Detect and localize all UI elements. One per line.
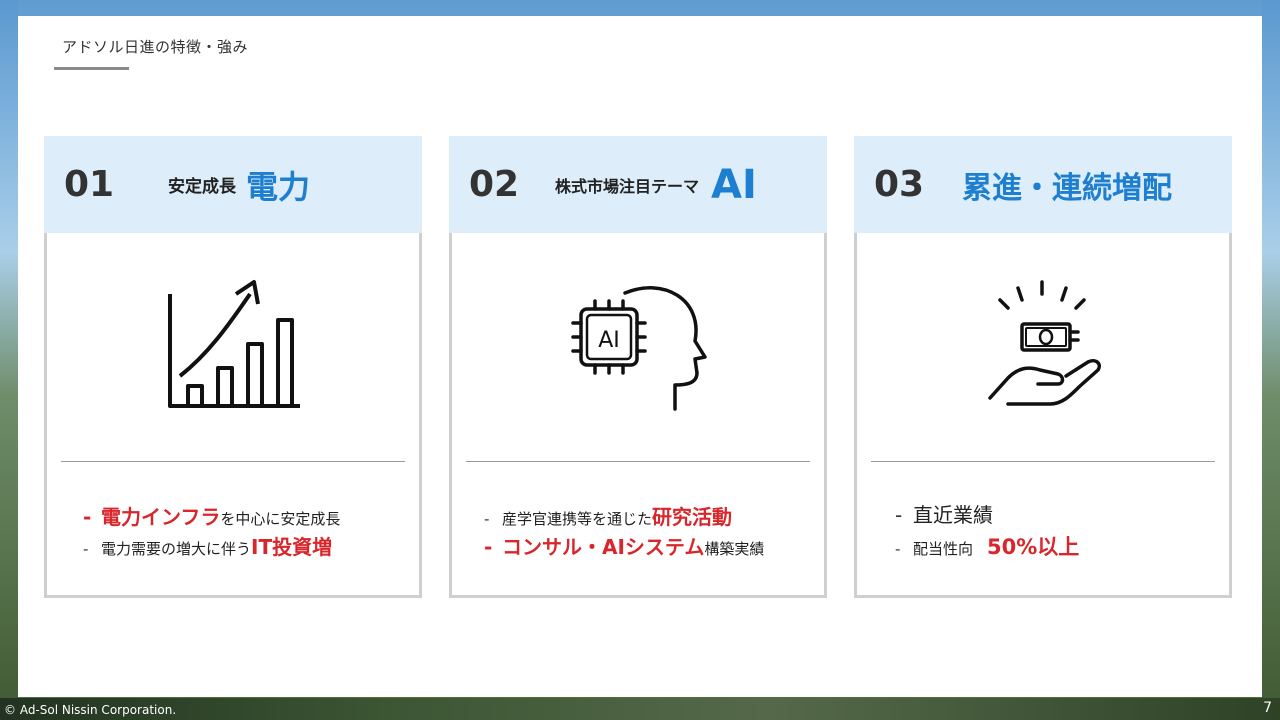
card-divider: [466, 461, 810, 462]
bullet-item: - 配当性向 50%以上: [895, 531, 1079, 563]
bullet-item: - 産学官連携等を通じた 研究活動: [484, 501, 764, 531]
card-number: 03: [874, 164, 925, 205]
feature-card-1: 01 安定成長 電力 - 電力インフラ を中心に安定成長 - 電力需要の増大に伴…: [44, 136, 422, 598]
card-keyword: 電力: [246, 167, 311, 206]
bullet-text: 配当性向: [913, 540, 974, 558]
bullet-dash: -: [484, 510, 490, 528]
bullet-item: - 電力インフラ を中心に安定成長: [83, 501, 340, 531]
background-right: [1262, 0, 1280, 720]
ai-chip-label: AI: [598, 328, 620, 353]
card-number: 01: [64, 164, 115, 205]
bullet-text: を中心に安定成長: [220, 510, 341, 528]
bullet-highlight: 電力インフラ: [101, 505, 221, 529]
card-bullets: - 産学官連携等を通じた 研究活動 - コンサル・AIシステム 構築実績: [484, 501, 764, 561]
card-header: 03 累進・連続増配: [854, 136, 1232, 233]
background-bottom: [0, 698, 1280, 720]
card-subtitle: 安定成長: [168, 177, 236, 197]
bullet-item: - コンサル・AIシステム 構築実績: [484, 531, 764, 561]
ai-brain-icon: AI: [452, 264, 824, 424]
slide-title: アドソル日進の特徴・強み: [62, 38, 249, 56]
bullet-highlight: 50%以上: [987, 535, 1080, 559]
bullet-dash: -: [83, 505, 92, 529]
background-left: [0, 0, 18, 720]
bullet-text: 電力需要の増大に伴う: [101, 540, 252, 558]
card-divider: [61, 461, 405, 462]
bullet-dash: -: [895, 503, 903, 527]
card-keyword: AI: [711, 161, 757, 208]
card-subtitle: 株式市場注目テーマ: [555, 176, 700, 196]
card-bullets: - 直近業績 - 配当性向 50%以上: [895, 499, 1079, 563]
growth-chart-icon: [47, 264, 419, 424]
card-divider: [871, 461, 1215, 462]
bullet-item: - 電力需要の増大に伴う IT投資増: [83, 531, 340, 561]
money-hand-icon: [857, 264, 1229, 424]
bullet-dash: -: [484, 535, 493, 559]
card-number: 02: [469, 164, 520, 205]
card-header: 02 株式市場注目テーマ AI: [449, 136, 827, 233]
bullet-dash: -: [83, 540, 89, 558]
bullet-text: 直近業績: [913, 503, 993, 527]
card-keyword: 累進・連続増配: [962, 170, 1172, 206]
card-bullets: - 電力インフラ を中心に安定成長 - 電力需要の増大に伴う IT投資増: [83, 501, 340, 561]
bullet-highlight: コンサル・AIシステム: [502, 535, 705, 559]
bullet-highlight: IT投資増: [251, 535, 333, 559]
bullet-highlight: 研究活動: [652, 505, 733, 529]
bullet-item: - 直近業績: [895, 499, 1079, 531]
slide: アドソル日進の特徴・強み 01 安定成長 電力 - 電力インフラ を中心に安定成…: [18, 16, 1262, 697]
title-underline: [54, 67, 129, 70]
feature-card-2: 02 株式市場注目テーマ AI AI - 産学官連携等を通じた 研究活動 - コ…: [449, 136, 827, 598]
bullet-text: 構築実績: [704, 540, 765, 558]
card-header: 01 安定成長 電力: [44, 136, 422, 233]
copyright-text: © Ad-Sol Nissin Corporation.: [4, 703, 177, 717]
page-number: 7: [1263, 700, 1272, 716]
bullet-dash: -: [895, 540, 901, 558]
bullet-text: 産学官連携等を通じた: [502, 510, 653, 528]
feature-card-3: 03 累進・連続増配 - 直近業績 - 配当性向 50%以上: [854, 136, 1232, 598]
